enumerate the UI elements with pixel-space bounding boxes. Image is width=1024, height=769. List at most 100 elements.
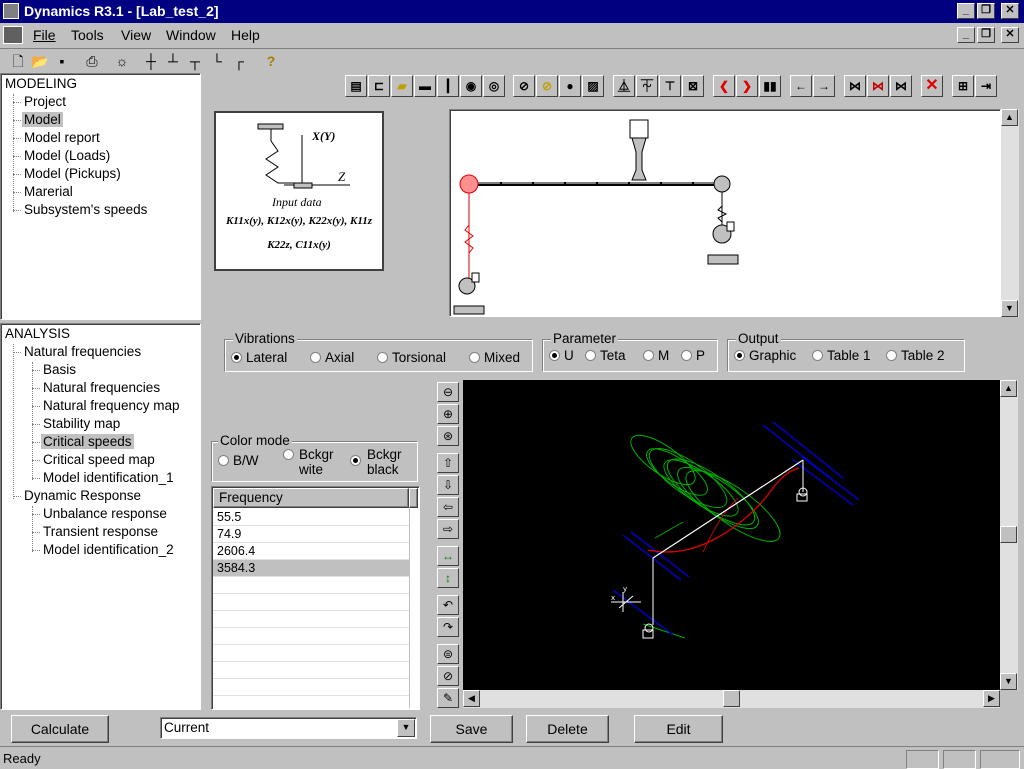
parameter-u-radio[interactable]: U — [549, 348, 574, 363]
zoom-in-icon[interactable]: ⊕ — [437, 404, 459, 424]
corner-top-tool-icon[interactable]: ┌ — [228, 50, 250, 72]
delete-button[interactable]: Delete — [526, 715, 609, 743]
tree-root-analysis[interactable]: ANALYSIS — [5, 326, 70, 341]
mode-shape-plot[interactable]: x y — [463, 380, 1000, 690]
tree-item-model-loads[interactable]: Model (Loads) — [24, 148, 110, 163]
menu-help[interactable]: Help — [231, 27, 260, 43]
vibration-mixed-radio[interactable]: Mixed — [469, 350, 520, 365]
tree-item-material[interactable]: Marerial — [24, 184, 73, 199]
model-canvas[interactable] — [449, 109, 1001, 317]
yellow-slash-circle-icon[interactable]: ⊘ — [536, 75, 558, 97]
help-icon[interactable]: ? — [260, 50, 282, 72]
output-table2-radio[interactable]: Table 2 — [886, 348, 945, 363]
connect-icon[interactable]: ⇥ — [975, 75, 997, 97]
horizontal-view-icon[interactable]: ↔ — [437, 546, 459, 566]
ellipse-view-icon[interactable]: ⊘ — [437, 666, 459, 686]
pin-element-icon[interactable]: ┃ — [437, 75, 459, 97]
disk-element-icon[interactable]: ▤ — [345, 75, 367, 97]
color-bckgr-black-radio[interactable] — [350, 453, 365, 468]
vibration-lateral-radio[interactable]: Lateral — [231, 350, 287, 365]
disk-view-icon[interactable]: ⊜ — [437, 644, 459, 664]
sun-icon[interactable]: ☼ — [111, 50, 133, 72]
eye-element-icon[interactable]: ◉ — [460, 75, 482, 97]
vertical-view-icon[interactable]: ↕ — [437, 568, 459, 588]
tree-item-model-identification-2[interactable]: Model identification_2 — [43, 542, 174, 557]
corner-bottom-tool-icon[interactable]: └ — [206, 50, 228, 72]
minimize-button[interactable]: _ — [957, 3, 975, 19]
color-bw-radio[interactable]: B/W — [218, 453, 259, 468]
plot-scroll-down-arrow[interactable]: ▼ — [1000, 673, 1017, 690]
output-table1-radio[interactable]: Table 1 — [812, 348, 871, 363]
node-c-icon[interactable]: ⋈ — [890, 75, 912, 97]
rotate-ccw-icon[interactable]: ↶ — [437, 595, 459, 615]
output-graphic-radio[interactable]: Graphic — [734, 348, 796, 363]
scroll-down-arrow[interactable]: ▼ — [1001, 300, 1018, 317]
tree-item-natural-frequencies-group[interactable]: Natural frequencies — [24, 344, 141, 359]
grid-view-icon[interactable]: ⊞ — [952, 75, 974, 97]
tree-item-model-identification-1[interactable]: Model identification_1 — [43, 470, 174, 485]
plot-horizontal-scrollbar[interactable]: ◀ ▶ — [463, 690, 1000, 708]
vibration-axial-radio[interactable]: Axial — [310, 350, 354, 365]
plot-hscroll-thumb[interactable] — [723, 690, 740, 707]
pan-left-icon[interactable]: ⇦ — [437, 497, 459, 517]
double-eye-element-icon[interactable]: ◎ — [483, 75, 505, 97]
parameter-p-radio[interactable]: P — [681, 348, 705, 363]
frequency-column-header[interactable]: Frequency — [213, 488, 409, 508]
support-b-icon[interactable]: ⏇ — [636, 75, 658, 97]
menu-view[interactable]: View — [121, 27, 151, 43]
tree-item-stability-map[interactable]: Stability map — [43, 416, 120, 431]
tree-item-dynamic-response-group[interactable]: Dynamic Response — [24, 488, 141, 503]
vibration-torsional-radio[interactable]: Torsional — [377, 350, 446, 365]
zoom-out-icon[interactable]: ⊖ — [437, 382, 459, 402]
tree-item-unbalance-response[interactable]: Unbalance response — [43, 506, 167, 521]
child-close-button[interactable]: ✕ — [1001, 27, 1019, 43]
combo-dropdown-arrow[interactable]: ▼ — [397, 719, 415, 737]
tree-item-critical-speed-map[interactable]: Critical speed map — [43, 452, 155, 467]
parameter-m-radio[interactable]: M — [643, 348, 669, 363]
tree-root-modeling[interactable]: MODELING — [5, 76, 77, 91]
open-folder-icon[interactable]: 📂 — [29, 50, 51, 72]
plot-vertical-scrollbar[interactable]: ▲ ▼ — [1000, 380, 1018, 690]
pan-right-icon[interactable]: ⇨ — [437, 519, 459, 539]
parameter-teta-radio[interactable]: Teta — [585, 348, 626, 363]
pan-up-icon[interactable]: ⇧ — [437, 453, 459, 473]
new-file-icon[interactable]: 🗋 — [7, 50, 29, 72]
plot-scroll-right-arrow[interactable]: ▶ — [983, 690, 1000, 707]
delete-element-icon[interactable]: ✕ — [921, 75, 943, 97]
arrow-left-icon[interactable]: ← — [790, 75, 812, 97]
edit-button[interactable]: Edit — [634, 715, 723, 743]
red-arrow-right-icon[interactable]: ❯ — [736, 75, 758, 97]
hatch-icon[interactable]: ▨ — [582, 75, 604, 97]
model-canvas-scrollbar[interactable]: ▲ ▼ — [1001, 109, 1019, 317]
pan-down-icon[interactable]: ⇩ — [437, 475, 459, 495]
support-c-icon[interactable]: ⊤ — [659, 75, 681, 97]
support-a-icon[interactable]: ⏅ — [613, 75, 635, 97]
tree-item-subsystem-speeds[interactable]: Subsystem's speeds — [24, 202, 147, 217]
print-icon[interactable]: ⎙ — [81, 50, 103, 72]
tree-item-project[interactable]: Project — [24, 94, 66, 109]
save-button[interactable]: Save — [430, 715, 513, 743]
scroll-up-arrow[interactable]: ▲ — [1001, 109, 1018, 126]
arrow-right-icon[interactable]: → — [813, 75, 835, 97]
scenario-combo[interactable]: Current ▼ — [160, 717, 417, 739]
child-restore-button[interactable]: ❐ — [977, 27, 995, 43]
tree-item-critical-speeds[interactable]: Critical speeds — [41, 434, 134, 449]
plot-scroll-thumb[interactable] — [1000, 526, 1017, 543]
save-disk-icon[interactable]: ▪ — [51, 50, 73, 72]
restore-button[interactable]: ❐ — [977, 3, 995, 19]
top-tee-tool-icon[interactable]: ┬ — [184, 50, 206, 72]
pen-tool-icon[interactable]: ✎ — [437, 688, 459, 708]
filled-circle-icon[interactable]: ● — [559, 75, 581, 97]
table-row[interactable]: 3584.3 — [213, 560, 409, 577]
color-bckgr-wite-radio[interactable] — [283, 447, 298, 462]
slash-circle-icon[interactable]: ⊘ — [513, 75, 535, 97]
menu-file[interactable]: File — [33, 27, 56, 43]
plot-scroll-up-arrow[interactable]: ▲ — [1000, 380, 1017, 397]
tree-item-natural-frequencies[interactable]: Natural frequencies — [43, 380, 160, 395]
rotate-cw-icon[interactable]: ↷ — [437, 617, 459, 637]
tree-item-model-report[interactable]: Model report — [24, 130, 100, 145]
tree-item-transient-response[interactable]: Transient response — [43, 524, 158, 539]
plot-scroll-left-arrow[interactable]: ◀ — [463, 690, 480, 707]
support-d-icon[interactable]: ⊠ — [682, 75, 704, 97]
menu-tools[interactable]: Tools — [71, 27, 104, 43]
